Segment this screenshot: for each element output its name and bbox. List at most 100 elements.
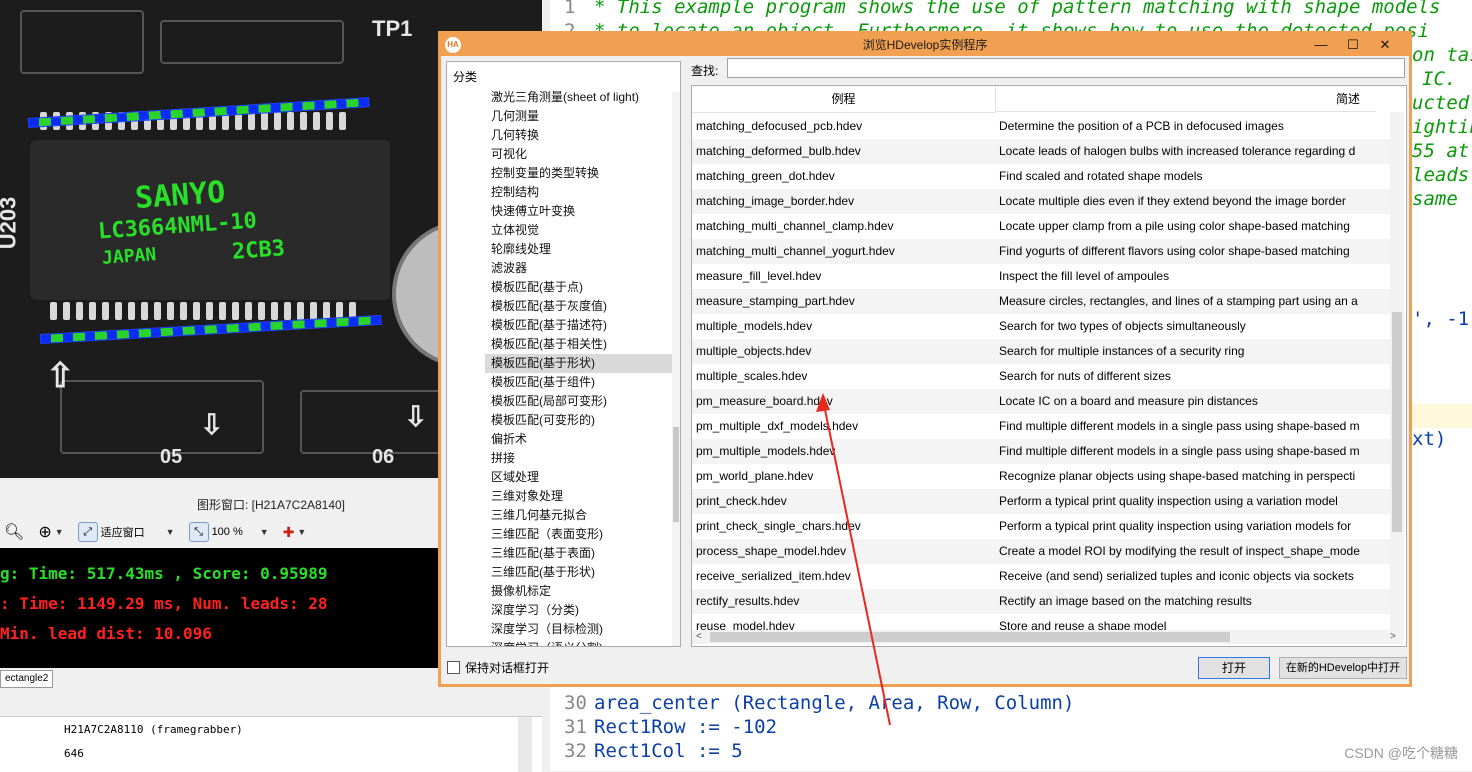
close-button[interactable]: ✕ [1369,34,1401,56]
category-item[interactable]: 模板匹配(基于相关性) [491,335,607,354]
example-description-cell: Locate IC on a board and measure pin dis… [999,394,1258,408]
checkbox-box[interactable] [447,661,460,674]
category-item[interactable]: 模板匹配(基于灰度值) [491,297,607,316]
chevron-down-icon[interactable]: ▼ [260,527,269,537]
example-description-cell: Find scaled and rotated shape models [999,169,1203,183]
table-row[interactable]: rectify_results.hdev Rectify an image bas… [692,589,1390,614]
category-item[interactable]: 几何测量 [491,107,539,126]
table-row[interactable]: matching_green_dot.hdev Find scaled and r… [692,164,1390,189]
search-input[interactable] [727,58,1405,78]
category-item[interactable]: 三维匹配(基于表面) [491,544,595,563]
example-description-cell: Locate upper clamp from a pile using col… [999,219,1350,233]
table-row[interactable]: matching_defocused_pcb.hdev Determine the… [692,114,1390,139]
fit-window-button[interactable]: ⤢ 适应窗口 ▼ [74,521,179,543]
example-description-cell: Perform a typical print quality inspecti… [999,494,1338,508]
zoom-in-button[interactable]: ⊕ ▼ [34,521,67,543]
table-row[interactable]: multiple_scales.hdev Search for nuts of d… [692,364,1390,389]
category-item[interactable]: 摄像机标定 [491,582,551,601]
roi-tool-button[interactable]: ✚ ▼ [279,521,311,543]
category-item[interactable]: 轮廓线处理 [491,240,551,259]
category-item[interactable]: 深度学习（分类) [491,601,579,620]
column-header-example[interactable]: 例程 [692,86,996,113]
category-item[interactable]: 控制变量的类型转换 [491,164,599,183]
example-description-cell: Determine the position of a PCB in defoc… [999,119,1284,133]
up-arrow-icon: ⇧ [46,357,75,395]
example-name-cell: matching_deformed_bulb.hdev [696,144,861,158]
table-row[interactable]: print_check_single_chars.hdev Perform a t… [692,514,1390,539]
table-row[interactable]: pm_multiple_models.hdev Find multiple dif… [692,439,1390,464]
table-row[interactable]: multiple_models.hdev Search for two types… [692,314,1390,339]
maximize-button[interactable]: ☐ [1337,34,1369,56]
console-line-3: Min. lead dist: 10.096 [0,624,212,643]
variable-list-scrollbar[interactable] [518,717,532,772]
minimize-button[interactable]: — [1305,34,1337,56]
keep-open-checkbox[interactable]: 保持对话框打开 [447,659,549,676]
category-scroll-thumb[interactable] [673,427,679,522]
category-item[interactable]: 模板匹配(可变形的) [491,411,595,430]
variable-list: H21A7C2A8110 (framegrabber) 646 [0,716,542,772]
scroll-right-icon[interactable]: > [1390,630,1396,644]
category-item[interactable]: 可视化 [491,145,527,164]
category-item[interactable]: 区域处理 [491,468,539,487]
chevron-down-icon[interactable]: ▼ [297,527,306,537]
category-item[interactable]: 模板匹配(局部可变形) [491,392,607,411]
tab-rectangle2[interactable]: ectangle2 [0,670,54,688]
table-row[interactable]: pm_world_plane.hdev Recognize planar obje… [692,464,1390,489]
category-item[interactable]: 三维匹配(基于形状) [491,563,595,582]
table-row[interactable]: matching_multi_channel_clamp.hdev Locate … [692,214,1390,239]
table-row[interactable]: receive_serialized_item.hdev Receive (and… [692,564,1390,589]
variable-row[interactable]: H21A7C2A8110 (framegrabber) [64,723,243,736]
example-name-cell: matching_defocused_pcb.hdev [696,119,863,133]
category-item[interactable]: 偏折术 [491,430,527,449]
category-tree[interactable]: 分类 激光三角测量(sheet of light) 几何测量 几何转换 可视化 控制变量… [446,61,681,647]
example-name-cell: measure_fill_level.hdev [696,269,822,283]
table-row[interactable]: matching_multi_channel_yogurt.hdev Find y… [692,239,1390,264]
down-arrow-icon: ⇩ [404,401,428,432]
chevron-down-icon[interactable]: ▼ [166,527,175,537]
table-vertical-thumb[interactable] [1392,312,1402,532]
zoom-out-button[interactable]: 🔍︎ [0,521,28,543]
example-description-cell: Perform a typical print quality inspecti… [999,519,1352,533]
chip-brand-text: SANYO [133,174,227,217]
dialog-titlebar[interactable]: HA 浏览HDevelop实例程序 — ☐ ✕ [441,34,1409,56]
category-item[interactable]: 三维匹配（表面变形) [491,525,603,544]
table-horizontal-thumb[interactable] [710,632,1230,642]
category-item[interactable]: 三维几何基元拟合 [491,506,587,525]
chevron-down-icon[interactable]: ▼ [55,527,64,537]
category-item[interactable]: 滤波器 [491,259,527,278]
open-button[interactable]: 打开 [1198,657,1270,679]
category-item[interactable]: 立体视觉 [491,221,539,240]
example-name-cell: matching_multi_channel_clamp.hdev [696,219,894,233]
table-row[interactable]: process_shape_model.hdev Create a model R… [692,539,1390,564]
table-horizontal-scrollbar[interactable]: < > [692,630,1404,644]
variable-row[interactable]: 646 [64,747,84,760]
table-row[interactable]: measure_fill_level.hdev Inspect the fill … [692,264,1390,289]
category-item[interactable]: 模板匹配(基于形状) [485,354,676,373]
table-row[interactable]: pm_multiple_dxf_models.hdev Find multiple… [692,414,1390,439]
column-header-description[interactable]: 简述 [996,86,1376,112]
category-item[interactable]: 三维对象处理 [491,487,563,506]
table-row[interactable]: matching_deformed_bulb.hdev Locate leads … [692,139,1390,164]
category-item[interactable]: 模板匹配(基于点) [491,278,583,297]
category-item[interactable]: 几何转换 [491,126,539,145]
category-scrollbar[interactable] [672,92,680,646]
table-row[interactable]: matching_image_border.hdev Locate multipl… [692,189,1390,214]
category-item[interactable]: 深度学习（语义分割) [491,639,603,646]
category-item[interactable]: 模板匹配(基于描述符) [491,316,607,335]
silk-tp1: TP1 [372,16,413,41]
category-item[interactable]: 拼接 [491,449,515,468]
table-vertical-scrollbar[interactable] [1390,112,1404,632]
zoom-level-select[interactable]: ⤡ 100 % ▼ [185,521,273,543]
table-row[interactable]: pm_measure_board.hdev Locate IC on a boar… [692,389,1390,414]
category-item[interactable]: 激光三角测量(sheet of light) [491,88,639,107]
category-item[interactable]: 模板匹配(基于组件) [491,373,595,392]
example-description-cell: Find multiple different models in a sing… [999,444,1360,458]
category-item[interactable]: 深度学习（目标检测) [491,620,603,639]
scroll-left-icon[interactable]: < [696,630,702,644]
category-item[interactable]: 控制结构 [491,183,539,202]
table-row[interactable]: print_check.hdev Perform a typical print … [692,489,1390,514]
open-in-new-hdevelop-button[interactable]: 在新的HDevelop中打开 [1279,657,1407,679]
category-item[interactable]: 快速傅立叶变换 [491,202,575,221]
table-row[interactable]: multiple_objects.hdev Search for multiple… [692,339,1390,364]
table-row[interactable]: measure_stamping_part.hdev Measure circle… [692,289,1390,314]
